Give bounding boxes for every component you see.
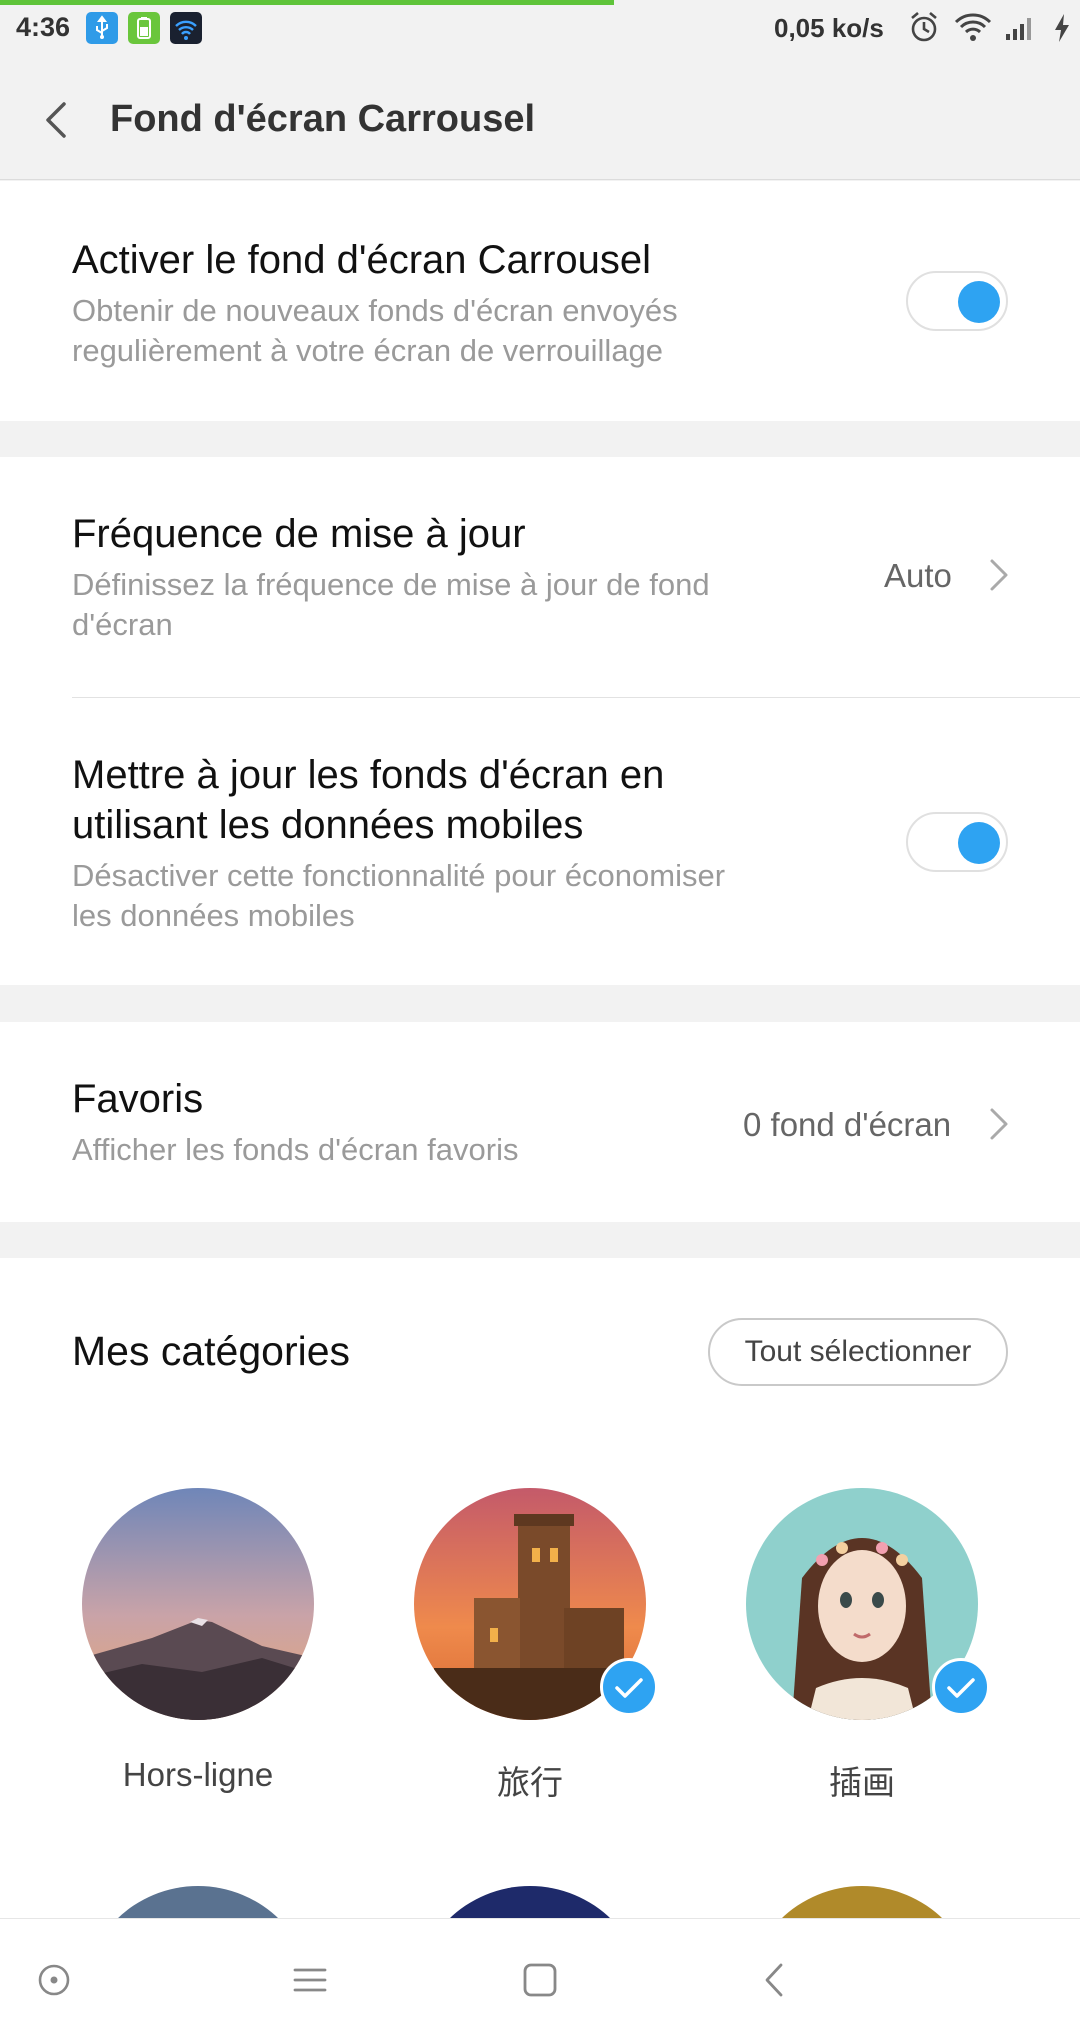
- toggle-knob: [958, 281, 1000, 323]
- favorites-subtitle: Afficher les fonds d'écran favoris: [72, 1132, 519, 1167]
- menu-icon[interactable]: [285, 1955, 335, 2005]
- activate-carousel-subtitle-2: regulièrement à votre écran de verrouill…: [72, 333, 664, 368]
- usb-icon: [86, 12, 118, 44]
- battery-app-icon: [128, 12, 160, 44]
- mobile-data-title-2: utilisant les données mobiles: [72, 803, 584, 847]
- category-label: Hors-ligne: [122, 1756, 274, 1793]
- select-all-button[interactable]: Tout sélectionner: [708, 1318, 1008, 1386]
- assistant-icon[interactable]: [29, 1955, 79, 2005]
- mobile-data-toggle[interactable]: [906, 812, 1008, 872]
- update-frequency-row[interactable]: Fréquence de mise à jour Définissez la f…: [0, 457, 1080, 697]
- category-label: 插画: [829, 1764, 895, 1801]
- activate-carousel-subtitle-1: Obtenir de nouveaux fonds d'écran envoyé…: [72, 293, 678, 328]
- favorites-count: 0 fond d'écran: [743, 1106, 952, 1143]
- activate-carousel-toggle[interactable]: [906, 271, 1008, 331]
- selected-check-icon: [932, 1658, 990, 1716]
- category-item-offline[interactable]: Hors-ligne: [82, 1488, 314, 1793]
- category-item-illustration[interactable]: 插画: [746, 1488, 990, 1801]
- favorites-title: Favoris: [72, 1077, 204, 1121]
- activate-carousel-title: Activer le fond d'écran Carrousel: [72, 238, 652, 282]
- system-nav-bar: [0, 1918, 1080, 2040]
- category-label: 旅行: [497, 1764, 563, 1801]
- app-header: Fond d'écran Carrousel: [0, 56, 1080, 180]
- network-speed: 0,05 ko/s: [774, 13, 884, 43]
- mobile-data-row[interactable]: Mettre à jour les fonds d'écran en utili…: [0, 698, 1080, 985]
- favorites-row[interactable]: Favoris Afficher les fonds d'écran favor…: [0, 1022, 1080, 1222]
- screen: 4:36 0,05 ko/s Fond d'écran Carrousel Ac…: [0, 0, 1080, 2040]
- page-title: Fond d'écran Carrousel: [110, 98, 536, 140]
- categories-title: Mes catégories: [72, 1328, 351, 1374]
- update-frequency-subtitle-2: d'écran: [72, 607, 173, 642]
- update-frequency-title: Fréquence de mise à jour: [72, 512, 526, 556]
- back-icon[interactable]: [751, 1955, 801, 2005]
- mobile-data-subtitle-2: les données mobiles: [72, 898, 355, 933]
- page-load-progress: [0, 0, 614, 5]
- mobile-data-subtitle-1: Désactiver cette fonctionnalité pour éco…: [72, 858, 726, 893]
- status-bar: 4:36 0,05 ko/s: [0, 0, 1080, 56]
- wifi-icon: [954, 13, 992, 41]
- activate-carousel-row[interactable]: Activer le fond d'écran Carrousel Obteni…: [0, 181, 1080, 421]
- chevron-right-icon: [990, 1108, 1008, 1140]
- update-settings-card: Fréquence de mise à jour Définissez la f…: [0, 457, 1080, 985]
- update-frequency-subtitle-1: Définissez la fréquence de mise à jour d…: [72, 567, 710, 602]
- chevron-right-icon: [990, 559, 1008, 591]
- charging-icon: [1055, 14, 1069, 42]
- home-icon[interactable]: [515, 1955, 565, 2005]
- signal-icon: [1006, 18, 1031, 40]
- alarm-icon: [911, 12, 937, 42]
- update-frequency-value: Auto: [884, 557, 952, 594]
- status-time: 4:36: [16, 12, 71, 42]
- chevron-left-icon[interactable]: [36, 96, 80, 144]
- mobile-data-title-1: Mettre à jour les fonds d'écran en: [72, 753, 665, 797]
- category-thumbnail: [82, 1488, 314, 1720]
- wifi-app-icon: [170, 12, 202, 44]
- selected-check-icon: [600, 1658, 658, 1716]
- toggle-knob: [958, 822, 1000, 864]
- category-item-travel[interactable]: 旅行: [414, 1488, 658, 1801]
